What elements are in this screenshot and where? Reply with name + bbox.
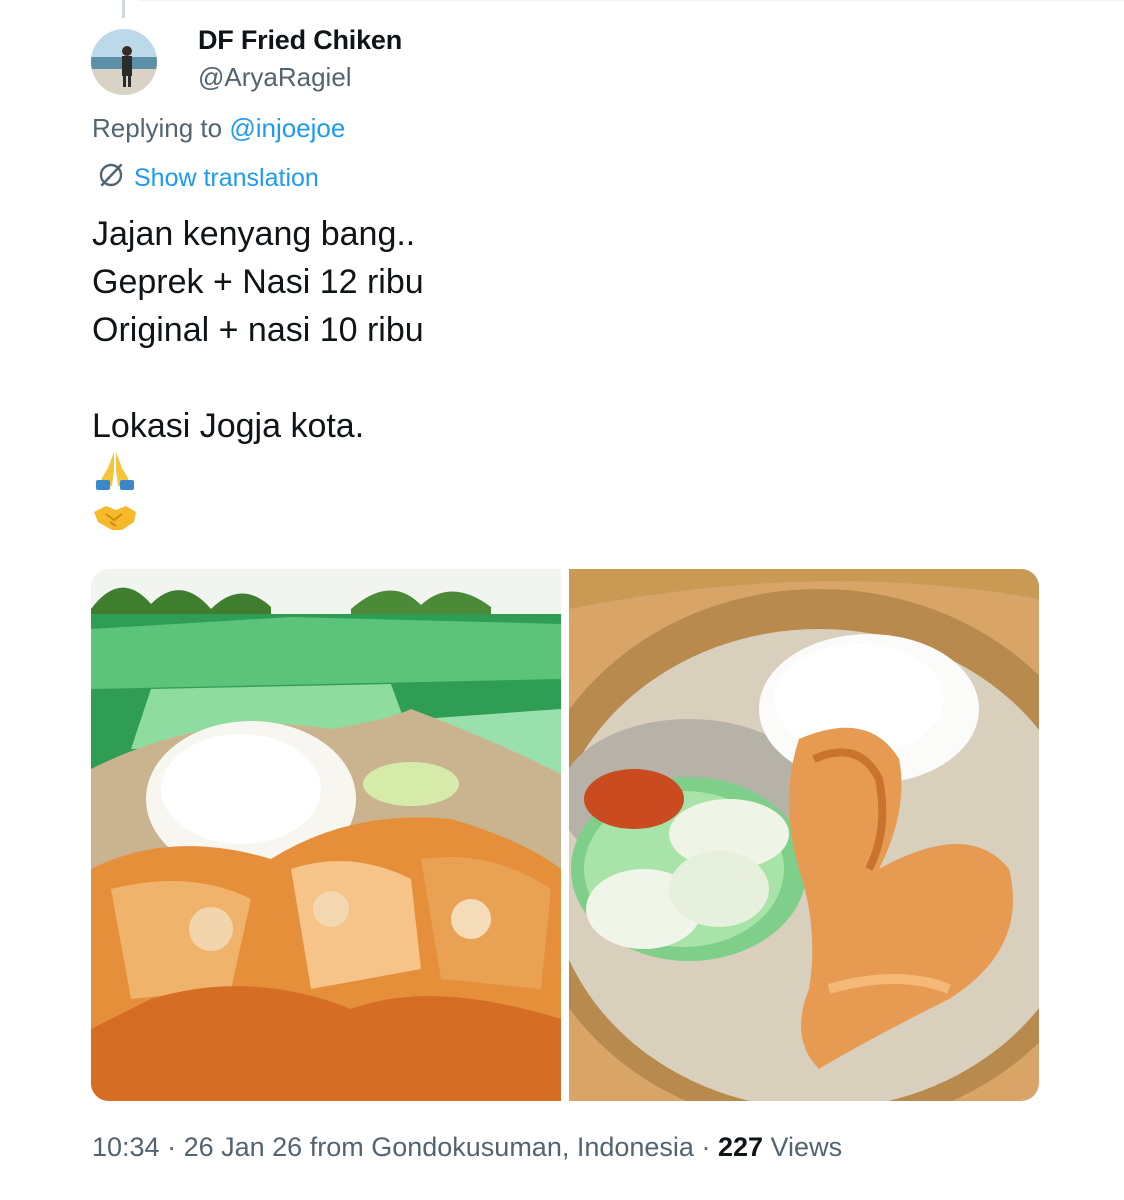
show-translation-button[interactable]: Show translation xyxy=(96,160,319,197)
fried-chicken-rice-photo[interactable] xyxy=(569,569,1039,1101)
views-count[interactable]: 227 xyxy=(718,1132,763,1162)
tweet-location[interactable]: Gondokusuman, Indonesia xyxy=(371,1132,694,1162)
views-label: Views xyxy=(770,1132,843,1162)
top-divider xyxy=(140,0,1124,1)
media-gallery xyxy=(91,569,1039,1101)
tweet-detail: DF Fried Chiken @AryaRagiel Replying to … xyxy=(0,0,1124,1200)
tweet-metadata: 10:34 · 26 Jan 26 from Gondokusuman, Ind… xyxy=(92,1132,842,1163)
translate-icon xyxy=(96,160,126,197)
folded-hands-icon xyxy=(92,448,138,490)
meta-separator: · xyxy=(693,1132,718,1162)
ayam-geprek-photo[interactable] xyxy=(91,569,561,1101)
thread-connector-line xyxy=(122,0,125,18)
tweet-time[interactable]: 10:34 xyxy=(92,1132,160,1162)
handshake-icon xyxy=(92,496,138,538)
user-handle[interactable]: @AryaRagiel xyxy=(198,62,352,93)
show-translation-label: Show translation xyxy=(134,164,319,192)
source-prefix: from xyxy=(309,1132,364,1162)
replying-to-line: Replying to @injoejoe xyxy=(92,113,345,144)
meta-separator: · xyxy=(159,1132,184,1162)
avatar[interactable] xyxy=(91,29,157,95)
tweet-text: Jajan kenyang bang.. Geprek + Nasi 12 ri… xyxy=(92,215,424,445)
replying-to-mention-link[interactable]: @injoejoe xyxy=(229,113,345,143)
display-name[interactable]: DF Fried Chiken xyxy=(198,25,402,56)
replying-prefix: Replying to xyxy=(92,113,223,143)
tweet-date[interactable]: 26 Jan 26 xyxy=(184,1132,303,1162)
